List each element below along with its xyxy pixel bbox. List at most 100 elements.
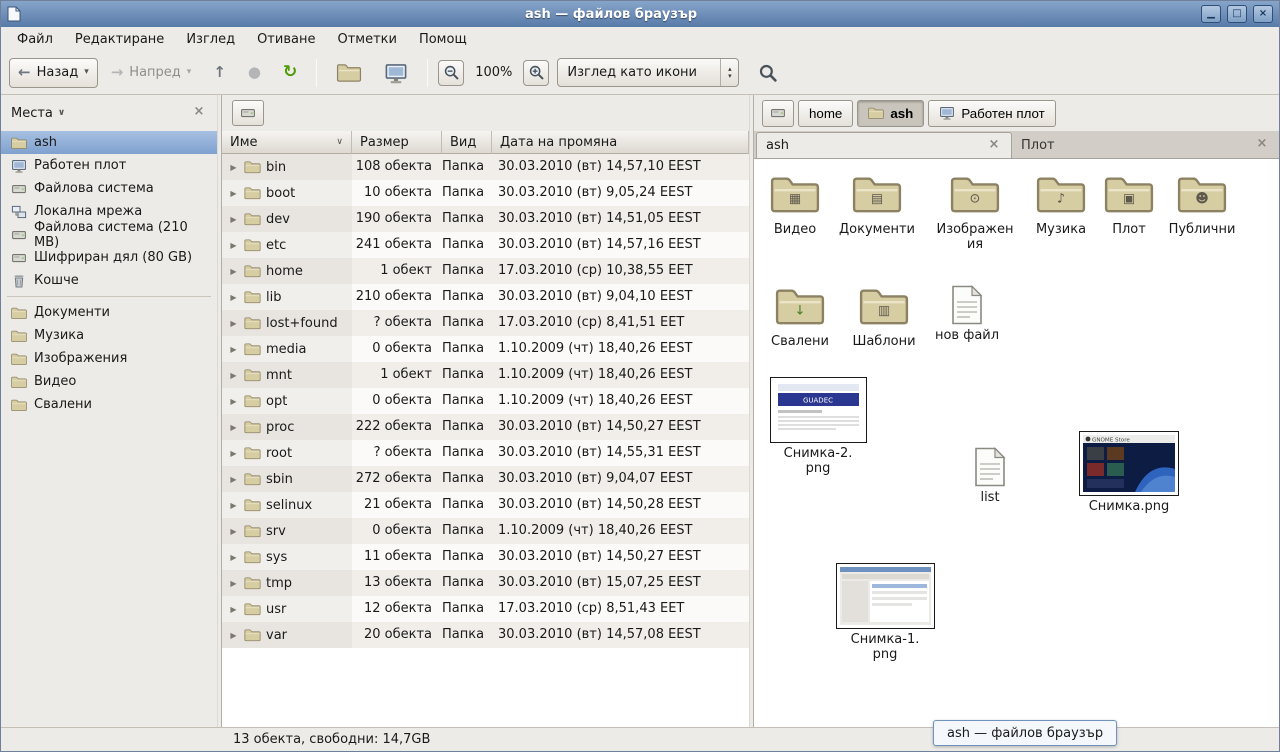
expander-icon[interactable]: ▶ [228,371,239,380]
menu-view[interactable]: Изглед [175,29,246,50]
expander-icon[interactable]: ▶ [228,345,239,354]
stop-button[interactable]: ● [239,58,270,88]
icon-item-templates[interactable]: ▥Шаблони [843,285,925,349]
file-row-usr[interactable]: ▶usr12 обектаПапка17.03.2010 (ср) 8,51,4… [222,596,749,622]
file-row-bin[interactable]: ▶bin108 обектаПапка30.03.2010 (вт) 14,57… [222,154,749,180]
expander-icon[interactable]: ▶ [228,397,239,406]
column-header-name[interactable]: Име∨ [222,131,352,154]
breadcrumb-desktop[interactable]: Работен плот [928,100,1055,127]
up-button[interactable]: ↑ [204,58,235,88]
file-row-mnt[interactable]: ▶mnt1 обектПапка1.10.2009 (чт) 18,40,26 … [222,362,749,388]
icon-item-snimka-1[interactable]: Снимка-1.png [833,563,937,663]
zoom-in-button[interactable] [523,60,549,86]
view-mode-select[interactable]: Изглед като икони ▴▾ [557,58,739,87]
expander-icon[interactable]: ▶ [228,215,239,224]
file-row-srv[interactable]: ▶srv0 обектаПапка1.10.2009 (чт) 18,40,26… [222,518,749,544]
icon-item-public[interactable]: ☻Публични [1161,173,1243,237]
icon-view[interactable]: ▦Видео▤Документи⊙Изображения♪Музика▣Плот… [754,159,1279,727]
column-header-date[interactable]: Дата на промяна [492,131,749,154]
sidebar-item-filesystem[interactable]: Файлова система [1,177,217,200]
location-button[interactable] [232,100,264,126]
sidebar-item-music[interactable]: Музика [1,324,217,347]
minimize-button[interactable]: ▁ [1201,5,1221,23]
menu-help[interactable]: Помощ [408,29,478,50]
expander-icon[interactable]: ▶ [228,319,239,328]
reload-button[interactable]: ↻ [274,58,306,88]
breadcrumb-ash[interactable]: ash [857,100,924,127]
file-row-lost+found[interactable]: ▶lost+found? обектаПапка17.03.2010 (ср) … [222,310,749,336]
combo-arrows-icon[interactable]: ▴▾ [720,59,738,86]
expander-icon[interactable]: ▶ [228,423,239,432]
zoom-out-button[interactable] [438,60,464,86]
file-row-sys[interactable]: ▶sys11 обектаПапка30.03.2010 (вт) 14,50,… [222,544,749,570]
back-button[interactable]: ← Назад ▾ [9,58,98,88]
icon-item-list[interactable]: list [955,447,1025,505]
expander-icon[interactable]: ▶ [228,553,239,562]
expander-icon[interactable]: ▶ [228,475,239,484]
taskbar-window-hint[interactable]: ash — файлов браузър [933,720,1117,746]
expander-icon[interactable]: ▶ [228,449,239,458]
menu-bookmarks[interactable]: Отметки [326,29,407,50]
expander-icon[interactable]: ▶ [228,163,239,172]
places-dropdown-icon[interactable]: ∨ [58,109,65,118]
icon-item-downloads[interactable]: ↓Свалени [759,285,841,349]
path-root-button[interactable] [762,100,794,127]
breadcrumb-home[interactable]: home [798,100,853,127]
expander-icon[interactable]: ▶ [228,293,239,302]
column-header-type[interactable]: Вид [442,131,492,154]
file-row-sbin[interactable]: ▶sbin272 обектаПапка30.03.2010 (вт) 9,04… [222,466,749,492]
file-row-media[interactable]: ▶media0 обектаПапка1.10.2009 (чт) 18,40,… [222,336,749,362]
expander-icon[interactable]: ▶ [228,605,239,614]
file-row-home[interactable]: ▶home1 обектПапка17.03.2010 (ср) 10,38,5… [222,258,749,284]
places-title[interactable]: Места [11,106,53,121]
file-row-var[interactable]: ▶var20 обектаПапка30.03.2010 (вт) 14,57,… [222,622,749,648]
sidebar-item-filesystem-210mb[interactable]: Файлова система (210 MB) [1,223,217,246]
expander-icon[interactable]: ▶ [228,501,239,510]
sidebar-item-desktop[interactable]: Работен плот [1,154,217,177]
expander-icon[interactable]: ▶ [228,579,239,588]
file-row-root[interactable]: ▶root? обектаПапка30.03.2010 (вт) 14,55,… [222,440,749,466]
forward-button[interactable]: → Напред ▾ [102,58,201,88]
titlebar[interactable]: ash — файлов браузър ▁ □ × [1,1,1279,27]
maximize-button[interactable]: □ [1227,5,1247,23]
menu-file[interactable]: Файл [6,29,64,50]
file-row-selinux[interactable]: ▶selinux21 обектаПапка30.03.2010 (вт) 14… [222,492,749,518]
tab-plot[interactable]: Плот× [1012,132,1279,158]
sidebar-item-downloads[interactable]: Свалени [1,393,217,416]
close-button[interactable]: × [1253,5,1273,23]
icon-item-new-file[interactable]: нов файл [932,285,1002,343]
home-button[interactable] [327,58,371,88]
file-row-etc[interactable]: ▶etc241 обектаПапка30.03.2010 (вт) 14,57… [222,232,749,258]
expander-icon[interactable]: ▶ [228,631,239,640]
tab-ash[interactable]: ash× [756,132,1012,158]
sidebar-item-trash[interactable]: Кошче [1,269,217,292]
sidebar-item-encrypted-80gb[interactable]: Шифриран дял (80 GB) [1,246,217,269]
icon-item-snimka-2[interactable]: GUADECСнимка-2.png [766,377,870,477]
file-row-tmp[interactable]: ▶tmp13 обектаПапка30.03.2010 (вт) 15,07,… [222,570,749,596]
file-row-lib[interactable]: ▶lib210 обектаПапка30.03.2010 (вт) 9,04,… [222,284,749,310]
expander-icon[interactable]: ▶ [228,267,239,276]
sidebar-item-ash[interactable]: ash [1,131,217,154]
file-row-opt[interactable]: ▶opt0 обектаПапка1.10.2009 (чт) 18,40,26… [222,388,749,414]
expander-icon[interactable]: ▶ [228,189,239,198]
column-header-size[interactable]: Размер [352,131,442,154]
expander-icon[interactable]: ▶ [228,241,239,250]
sidebar-item-documents[interactable]: Документи [1,301,217,324]
icon-item-desktop[interactable]: ▣Плот [1088,173,1170,237]
file-row-boot[interactable]: ▶boot10 обектаПапка30.03.2010 (вт) 9,05,… [222,180,749,206]
tab-close-icon[interactable]: × [1254,137,1270,153]
computer-button[interactable] [375,58,417,88]
chevron-down-icon[interactable]: ▾ [84,68,89,77]
icon-item-snimka[interactable]: GNOME StoreСнимка.png [1077,431,1181,514]
icon-item-pictures[interactable]: ⊙Изображения [934,173,1016,253]
expander-icon[interactable]: ▶ [228,527,239,536]
sidebar-item-pictures[interactable]: Изображения [1,347,217,370]
menu-edit[interactable]: Редактиране [64,29,175,50]
search-button[interactable] [749,58,787,88]
file-row-dev[interactable]: ▶dev190 обектаПапка30.03.2010 (вт) 14,51… [222,206,749,232]
file-row-proc[interactable]: ▶proc222 обектаПапка30.03.2010 (вт) 14,5… [222,414,749,440]
sidebar-item-videos[interactable]: Видео [1,370,217,393]
icon-item-documents[interactable]: ▤Документи [836,173,918,237]
places-close-icon[interactable]: × [191,105,207,121]
menu-go[interactable]: Отиване [246,29,326,50]
